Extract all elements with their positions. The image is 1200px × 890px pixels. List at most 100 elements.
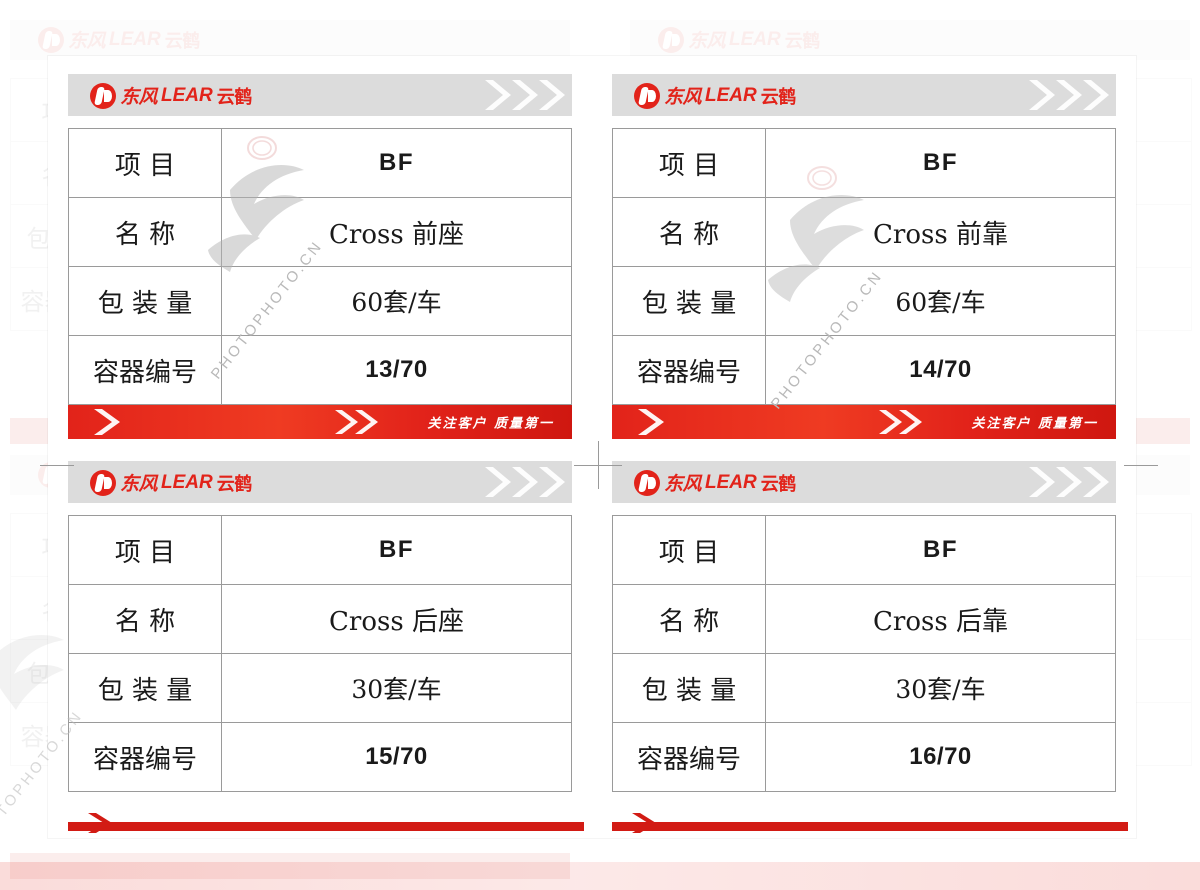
brand-logo: 东风 LEAR 云鹤 [90, 82, 252, 109]
row-value-container: 14/70 [909, 356, 972, 383]
row-label-name: 名 称 [69, 585, 222, 653]
table-row: 项 目 BF [69, 129, 571, 198]
bottom-red-banner-left [68, 822, 584, 831]
slogan-text: 关注客户 质量第一 [971, 416, 1098, 432]
row-value-packing: 60套/车 [895, 288, 986, 317]
table-row: 项 目 BF [613, 516, 1115, 585]
header-chevrons [438, 461, 568, 503]
row-value-name: Cross 后座 [329, 606, 464, 637]
row-label-packing: 包 装 量 [69, 654, 222, 722]
bottom-red-chevron [628, 812, 668, 839]
brand-logo: 东风 LEAR 云鹤 [90, 469, 252, 496]
row-value-name: Cross 前座 [329, 219, 464, 250]
logo-cn-left: 东风 [120, 473, 158, 495]
row-label-packing: 包 装 量 [69, 267, 222, 335]
table-row: 包 装 量 30套/车 [613, 654, 1115, 723]
chevron-right-icon [335, 410, 378, 434]
table-row: 容器编号 15/70 [69, 723, 571, 791]
spec-table: 项 目 BF 名 称 Cross 前座 包 装 量 60套/车 容器编号 13/… [68, 128, 572, 405]
logo-emblem-icon [634, 82, 660, 109]
card-header: 东风 LEAR 云鹤 [68, 74, 572, 116]
bottom-bleed-strip [0, 862, 1200, 890]
label-card-top-left[interactable]: 东风 LEAR 云鹤 项 目 BF 名 称 Cross 前座 包 装 量 60套… [48, 56, 592, 447]
row-value-container: 16/70 [909, 743, 972, 770]
logo-latin: LEAR [161, 84, 213, 106]
header-chevrons [438, 74, 568, 116]
logo-emblem-icon [90, 469, 116, 496]
bottom-red-chevron [84, 812, 124, 839]
table-row: 名 称 Cross 后座 [69, 585, 571, 654]
logo-cn-left: 东风 [664, 473, 702, 495]
chevron-right-icon [1029, 467, 1109, 497]
bottom-red-banner-right [612, 822, 1128, 831]
row-value-container: 13/70 [365, 356, 428, 383]
row-value-item: BF [923, 149, 958, 176]
row-value-container: 15/70 [365, 743, 428, 770]
row-value-name: Cross 前靠 [873, 219, 1008, 250]
row-label-container: 容器编号 [69, 723, 222, 791]
row-label-packing: 包 装 量 [613, 654, 766, 722]
row-label-item: 项 目 [613, 129, 766, 197]
table-row: 包 装 量 30套/车 [69, 654, 571, 723]
slogan-text: 关注客户 质量第一 [427, 416, 554, 432]
table-row: 容器编号 14/70 [613, 336, 1115, 404]
chevron-right-icon [94, 409, 120, 435]
spec-table: 项 目 BF 名 称 Cross 前靠 包 装 量 60套/车 容器编号 14/… [612, 128, 1116, 405]
row-label-item: 项 目 [613, 516, 766, 584]
row-value-item: BF [379, 149, 414, 176]
row-label-container: 容器编号 [69, 336, 222, 404]
row-label-container: 容器编号 [613, 723, 766, 791]
logo-latin: LEAR [705, 84, 757, 106]
logo-cn-left: 东风 [664, 86, 702, 108]
table-row: 名 称 Cross 前靠 [613, 198, 1115, 267]
card-header: 东风 LEAR 云鹤 [612, 74, 1116, 116]
table-row: 项 目 BF [69, 516, 571, 585]
logo-cn-right: 云鹤 [760, 473, 797, 495]
table-row: 项 目 BF [613, 129, 1115, 198]
slogan-banner: 关注客户 质量第一 [68, 405, 572, 439]
row-label-name: 名 称 [613, 198, 766, 266]
row-label-name: 名 称 [69, 198, 222, 266]
row-label-packing: 包 装 量 [613, 267, 766, 335]
row-value-item: BF [923, 536, 958, 563]
logo-emblem-icon [634, 469, 660, 496]
row-value-name: Cross 后靠 [873, 606, 1008, 637]
label-sheet: 东风 LEAR 云鹤 项 目 BF 名 称 Cross 前座 包 装 量 60套… [48, 56, 1136, 838]
label-card-bottom-left[interactable]: 东风 LEAR 云鹤 项 目 BF 名 称 Cross 后座 包 装 量 30套… [48, 447, 592, 838]
table-row: 容器编号 13/70 [69, 336, 571, 404]
logo-cn-left: 东风 [120, 86, 158, 108]
card-header: 东风 LEAR 云鹤 [612, 461, 1116, 503]
label-card-top-right[interactable]: 东风 LEAR 云鹤 项 目 BF 名 称 Cross 前靠 包 装 量 60套… [592, 56, 1136, 447]
row-label-item: 项 目 [69, 516, 222, 584]
chevron-right-icon [1029, 80, 1109, 110]
table-row: 名 称 Cross 后靠 [613, 585, 1115, 654]
chevron-right-icon [88, 813, 112, 833]
spec-table: 项 目 BF 名 称 Cross 后靠 包 装 量 30套/车 容器编号 16/… [612, 515, 1116, 792]
row-label-name: 名 称 [613, 585, 766, 653]
spec-table: 项 目 BF 名 称 Cross 后座 包 装 量 30套/车 容器编号 15/… [68, 515, 572, 792]
header-chevrons [982, 74, 1112, 116]
row-label-item: 项 目 [69, 129, 222, 197]
slogan-banner: 关注客户 质量第一 [612, 405, 1116, 439]
table-row: 包 装 量 60套/车 [613, 267, 1115, 336]
chevron-right-icon [638, 409, 664, 435]
logo-cn-right: 云鹤 [760, 86, 797, 108]
logo-latin: LEAR [705, 471, 757, 493]
logo-latin: LEAR [161, 471, 213, 493]
crop-mark-horizontal [40, 465, 74, 466]
label-sheet-canvas: 东风 LEAR 云鹤 项 目 BF 名 称 Cross 前座 包 装 量 60套/车 … [0, 0, 1200, 890]
chevron-right-icon [485, 467, 565, 497]
table-row: 名 称 Cross 前座 [69, 198, 571, 267]
logo-cn-right: 云鹤 [216, 473, 253, 495]
logo-emblem-icon [90, 82, 116, 109]
row-label-container: 容器编号 [613, 336, 766, 404]
header-chevrons [982, 461, 1112, 503]
chevron-right-icon [879, 410, 922, 434]
label-card-bottom-right[interactable]: 东风 LEAR 云鹤 项 目 BF 名 称 Cross 后靠 包 装 量 30套… [592, 447, 1136, 838]
row-value-item: BF [379, 536, 414, 563]
row-value-packing: 30套/车 [351, 675, 442, 704]
row-value-packing: 60套/车 [351, 288, 442, 317]
row-value-packing: 30套/车 [895, 675, 986, 704]
crop-mark-horizontal [1124, 465, 1158, 466]
brand-logo: 东风 LEAR 云鹤 [634, 469, 796, 496]
